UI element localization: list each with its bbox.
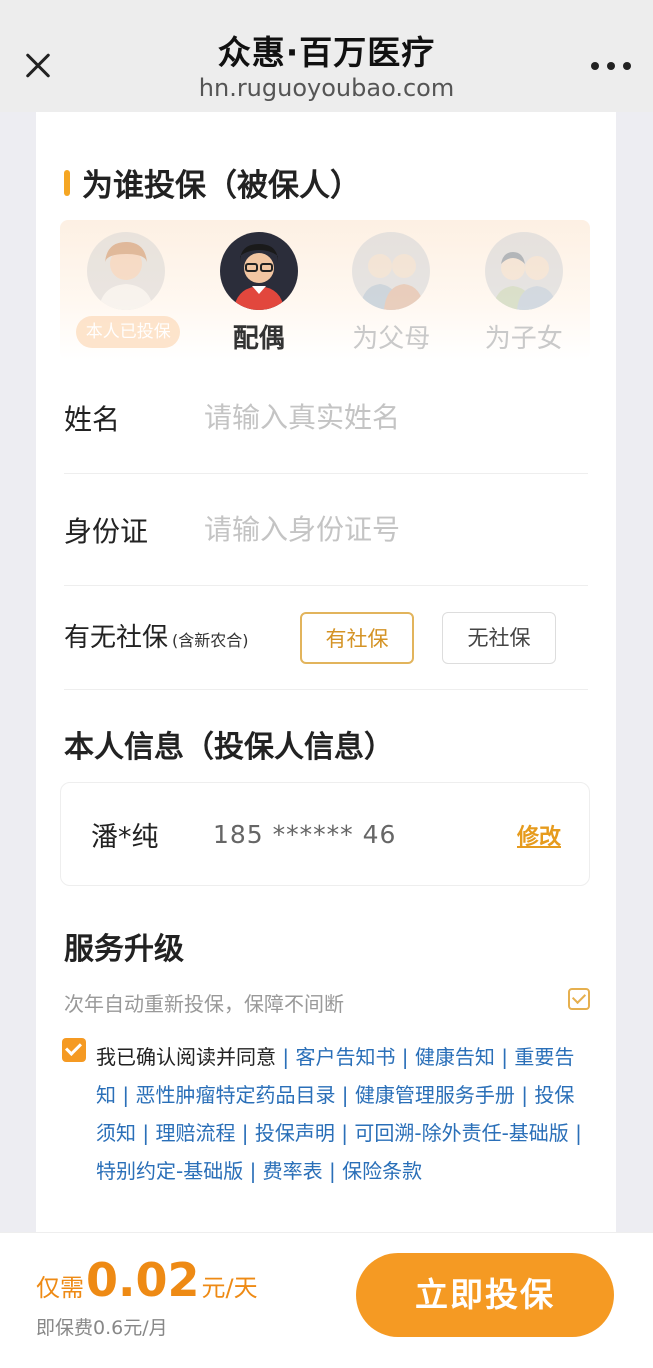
service-section-title: 服务升级 <box>64 932 184 967</box>
children-avatar-icon <box>484 232 563 310</box>
price-line: 仅需 0.02 元/天 <box>36 1253 258 1307</box>
relation-children[interactable]: 为子女 <box>464 220 584 360</box>
no-social-insurance-button[interactable]: 无社保 <box>442 612 556 664</box>
name-input[interactable] <box>204 401 564 434</box>
id-label: 身份证 <box>64 514 149 548</box>
agreement-checkbox[interactable] <box>62 1038 86 1062</box>
doc-link[interactable]: 客户告知书 <box>295 1045 395 1069</box>
relation-parents-label: 为父母 <box>352 324 431 354</box>
form-card: 为谁投保（被保人） 本人已投保 配偶 为父母 为子女 姓名 请输入真实姓名 身份… <box>36 112 616 1232</box>
relation-parents[interactable]: 为父母 <box>331 220 451 360</box>
doc-link[interactable]: 费率表 <box>263 1159 323 1183</box>
holder-info-box: 潘*纯 185 ****** 46 修改 <box>60 782 590 886</box>
id-row: 身份证 <box>64 474 588 586</box>
id-input[interactable] <box>204 513 564 546</box>
insured-section-title: 为谁投保（被保人） <box>64 160 361 205</box>
section-accent-bar <box>64 169 70 196</box>
doc-link[interactable]: 健康管理服务手册 <box>355 1083 515 1107</box>
agreement-lead: 我已确认阅读并同意 <box>96 1045 276 1069</box>
doc-link[interactable]: 健康告知 <box>415 1045 495 1069</box>
name-label: 姓名 <box>64 402 121 436</box>
agreement-text: 我已确认阅读并同意 | 客户告知书 | 健康告知 | 重要告知 | 恶性肿瘤特定… <box>96 1045 582 1183</box>
bottom-bar: 仅需 0.02 元/天 即保费0.6元/月 立即投保 <box>0 1232 653 1368</box>
relation-spouse[interactable]: 配偶 <box>199 220 319 360</box>
doc-link[interactable]: 恶性肿瘤特定药品目录 <box>135 1083 335 1107</box>
social-insurance-row: 有无社保 (含新农合) 有社保 无社保 <box>64 582 588 690</box>
monthly-price: 即保费0.6元/月 <box>36 1317 168 1339</box>
relation-selector: 本人已投保 配偶 为父母 为子女 <box>60 220 590 360</box>
holder-name: 潘*纯 <box>91 821 159 853</box>
page-url: hn.ruguoyoubao.com <box>198 74 455 102</box>
doc-link[interactable]: 特别约定-基础版 <box>96 1159 243 1183</box>
top-bar: 众惠·百万医疗 hn.ruguoyoubao.com <box>0 0 653 112</box>
price-value: 0.02 <box>86 1253 200 1307</box>
price-prefix: 仅需 <box>36 1274 84 1302</box>
holder-phone: 185 ****** 46 <box>213 819 397 849</box>
social-insurance-note: (含新农合) <box>172 631 249 650</box>
relation-self[interactable]: 本人已投保 <box>66 220 186 360</box>
page-title: 众惠·百万医疗 <box>217 33 436 72</box>
relation-children-label: 为子女 <box>484 324 563 354</box>
auto-renew-text: 次年自动重新投保，保障不间断 <box>64 992 344 1016</box>
spouse-avatar-icon <box>219 232 298 310</box>
doc-link[interactable]: 理赔流程 <box>155 1121 235 1145</box>
price-unit: 元/天 <box>201 1274 258 1302</box>
auto-renew-checkbox[interactable] <box>568 988 590 1010</box>
doc-link[interactable]: 保险条款 <box>342 1159 422 1183</box>
holder-section-title: 本人信息（投保人信息） <box>64 730 394 765</box>
name-row: 姓名 <box>64 362 588 474</box>
insure-now-button[interactable]: 立即投保 <box>356 1253 614 1337</box>
social-insurance-label: 有无社保 (含新农合) <box>64 623 249 653</box>
self-avatar-icon <box>87 232 166 310</box>
more-icon[interactable] <box>591 56 631 76</box>
parents-avatar-icon <box>352 232 431 310</box>
doc-link[interactable]: 可回溯-除外责任-基础版 <box>354 1121 568 1145</box>
insured-badge: 本人已投保 <box>76 316 181 348</box>
relation-spouse-label: 配偶 <box>232 324 285 354</box>
has-social-insurance-button[interactable]: 有社保 <box>300 612 414 664</box>
edit-holder-link[interactable]: 修改 <box>517 819 561 851</box>
doc-link[interactable]: 投保声明 <box>255 1121 335 1145</box>
